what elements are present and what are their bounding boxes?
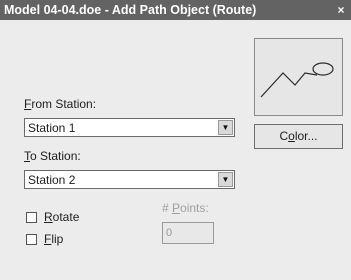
points-input[interactable]: 0 (162, 222, 214, 244)
rotate-checkbox[interactable] (26, 212, 37, 223)
from-station-value: Station 1 (28, 121, 76, 135)
color-button[interactable]: Color... (254, 124, 343, 149)
to-station-select[interactable]: Station 2 ▼ (24, 170, 235, 189)
flip-label: Flip (44, 232, 64, 246)
points-label: # Points: (162, 201, 209, 215)
to-station-value: Station 2 (28, 173, 76, 187)
from-station-label: From Station: (24, 97, 97, 111)
flip-checkbox[interactable] (26, 234, 37, 245)
chevron-down-icon: ▼ (221, 175, 230, 184)
close-button[interactable]: × (333, 2, 349, 18)
rotate-label: Rotate (44, 210, 80, 224)
from-station-dropdown-button[interactable]: ▼ (218, 120, 233, 135)
chevron-down-icon: ▼ (221, 123, 230, 132)
title-bar: Model 04-04.doe - Add Path Object (Route… (0, 0, 351, 20)
to-station-dropdown-button[interactable]: ▼ (218, 172, 233, 187)
to-station-label: To Station: (24, 149, 81, 163)
route-preview (254, 38, 343, 116)
close-icon: × (337, 3, 345, 17)
from-station-select[interactable]: Station 1 ▼ (24, 118, 235, 137)
route-path-preview-icon (260, 62, 334, 98)
window-title: Model 04-04.doe - Add Path Object (Route… (4, 3, 257, 17)
